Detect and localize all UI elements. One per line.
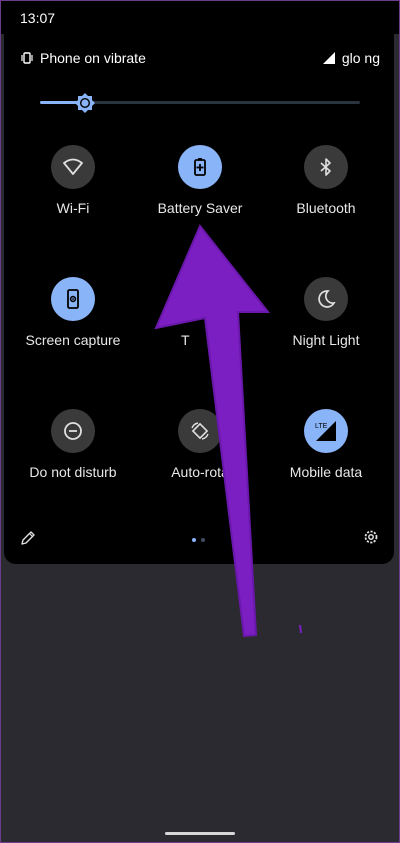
tile-do-not-disturb[interactable]: Do not disturb [3, 409, 143, 480]
wifi-tile-button[interactable] [51, 145, 95, 189]
page-indicator [192, 538, 205, 542]
battery-saver-icon [194, 158, 206, 176]
tile-label: Mobile data [289, 464, 363, 480]
tile-label: T [181, 332, 190, 348]
do-not-disturb-tile-button[interactable] [51, 409, 95, 453]
bluetooth-tile-button[interactable] [304, 145, 348, 189]
tile-partially-hidden[interactable]: T [130, 277, 270, 348]
vibrate-icon [21, 52, 33, 64]
tile-label: Bluetooth [296, 200, 356, 216]
tile-night-light[interactable]: Night Light [256, 277, 396, 348]
wifi-icon [63, 158, 83, 175]
tile-screen-capture[interactable]: Screen capture [3, 277, 143, 348]
status-bar: 13:07 [0, 0, 400, 34]
page-dot [201, 538, 205, 542]
quick-tiles-grid: Wi-Fi Battery Saver Bluetooth Screen cap… [0, 145, 400, 495]
quick-settings-footer [0, 528, 400, 552]
do-not-disturb-icon [64, 422, 82, 440]
settings-gear-icon[interactable] [362, 528, 380, 546]
mobile-data-icon: LTE [315, 421, 336, 441]
night-light-tile-button[interactable] [304, 277, 348, 321]
night-light-icon [318, 290, 336, 308]
bluetooth-icon [320, 158, 331, 176]
tile-wifi[interactable]: Wi-Fi [3, 145, 143, 216]
network-indicator: glo ng [322, 50, 380, 66]
edit-pencil-icon[interactable] [20, 530, 36, 546]
tile-label: Do not disturb [29, 464, 117, 480]
tile-label: Night Light [292, 332, 360, 348]
carrier-name: glo ng [341, 50, 380, 66]
tile-auto-rotate[interactable]: Auto-rota [130, 409, 270, 480]
tile-label: Auto-rota [171, 464, 229, 480]
tile-mobile-data[interactable]: LTE Mobile data [256, 409, 396, 480]
ringer-status: Phone on vibrate [20, 50, 146, 66]
mobile-data-tile-button[interactable]: LTE [304, 409, 348, 453]
svg-text:LTE: LTE [315, 423, 328, 430]
tile-label: Screen capture [25, 332, 121, 348]
battery-saver-tile-button[interactable] [178, 145, 222, 189]
ringer-status-label: Phone on vibrate [40, 50, 146, 66]
clock: 13:07 [20, 10, 56, 26]
page-dot-active [192, 538, 196, 542]
tile-battery-saver[interactable]: Battery Saver [130, 145, 270, 216]
brightness-thumb-icon[interactable] [74, 92, 96, 114]
brightness-slider[interactable] [40, 92, 360, 114]
gesture-handle[interactable] [165, 832, 235, 835]
screen-capture-icon [67, 289, 79, 309]
hidden-tile-button[interactable] [178, 277, 222, 321]
signal-strength-icon [322, 52, 335, 64]
auto-rotate-tile-button[interactable] [178, 409, 222, 453]
auto-rotate-icon [191, 422, 209, 440]
screen-capture-tile-button[interactable] [51, 277, 95, 321]
tile-label: Battery Saver [157, 200, 243, 216]
tile-bluetooth[interactable]: Bluetooth [256, 145, 396, 216]
tile-label: Wi-Fi [56, 200, 90, 216]
